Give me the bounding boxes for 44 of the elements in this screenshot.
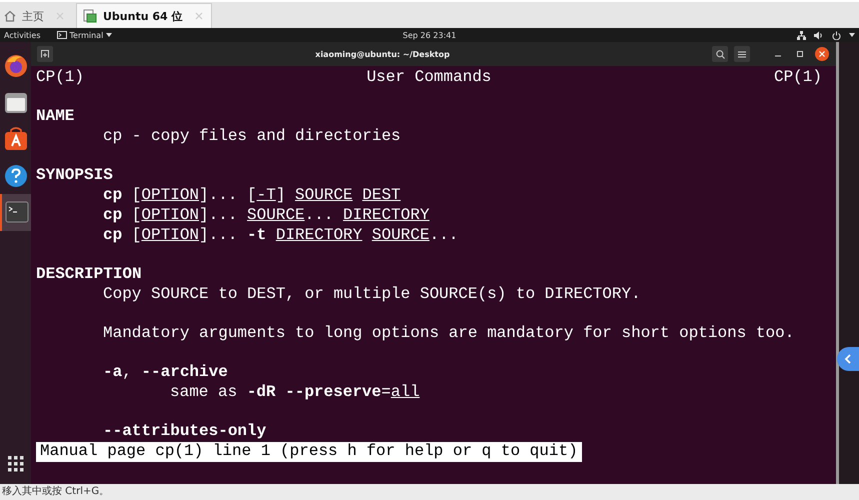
- menu-button[interactable]: [734, 46, 750, 62]
- man-text-line: cp [OPTION]... -t DIRECTORY SOURCE...: [103, 226, 458, 244]
- man-text-line: cp [OPTION]... [-T] SOURCE DEST: [103, 186, 401, 204]
- search-icon: [716, 50, 724, 58]
- app-menu[interactable]: Terminal: [56, 30, 112, 40]
- new-tab-button[interactable]: [37, 46, 53, 62]
- man-text-line: Copy SOURCE to DEST, or multiple SOURCE(s) to DIRECTORY.: [103, 284, 641, 303]
- network-icon[interactable]: [797, 30, 806, 40]
- terminal-icon[interactable]: [4, 200, 28, 224]
- power-icon[interactable]: [832, 30, 841, 40]
- browser-icon[interactable]: [4, 54, 28, 78]
- man-text-line: Mandatory arguments to long options are mandatory for short options too.: [103, 324, 794, 342]
- man-header-right: CP(1): [774, 68, 822, 88]
- window-title: xiaoming@ubuntu: ~/Desktop: [314, 50, 451, 58]
- man-header-left: CP(1): [36, 68, 84, 88]
- clock[interactable]: Sep 26 23:41: [402, 30, 456, 40]
- menu-icon: [738, 50, 746, 58]
- app-grid-icon[interactable]: [8, 456, 24, 472]
- caret-icon[interactable]: [849, 33, 855, 37]
- search-button[interactable]: [712, 46, 728, 62]
- man-text-line: same as -dR --preserve=all: [170, 383, 420, 401]
- terminal-icon: [56, 31, 66, 39]
- chevron-left-icon: [844, 354, 852, 364]
- help-icon[interactable]: [4, 164, 28, 188]
- close-icon[interactable]: [814, 46, 830, 62]
- browser-tab[interactable]: Ubuntu 64 位: [76, 3, 212, 28]
- man-text-line: cp [OPTION]... SOURCE... DIRECTORY: [103, 206, 430, 224]
- man-text-line: cp - copy files and directories: [103, 127, 401, 146]
- section-heading: SYNOPSIS: [36, 166, 113, 184]
- caret-icon: [106, 33, 112, 37]
- activities-button[interactable]: Activities: [4, 30, 40, 40]
- shopping-bag-icon[interactable]: [4, 127, 28, 152]
- vm-icon: [83, 9, 97, 23]
- volume-icon[interactable]: [814, 30, 824, 40]
- man-header-title: User Commands: [366, 68, 492, 88]
- tab-icon: [41, 50, 49, 58]
- status-message: 移入其中或按 Ctrl+G。: [2, 486, 110, 497]
- browser-tab[interactable]: 主页: [2, 4, 72, 28]
- file-cabinet-icon[interactable]: [4, 90, 28, 115]
- man-text-line: -a, --archive: [103, 363, 228, 382]
- man-text-line: --attributes-only: [103, 422, 266, 440]
- section-heading: NAME: [36, 107, 74, 126]
- section-heading: DESCRIPTION: [36, 264, 142, 283]
- home-icon: [4, 10, 16, 22]
